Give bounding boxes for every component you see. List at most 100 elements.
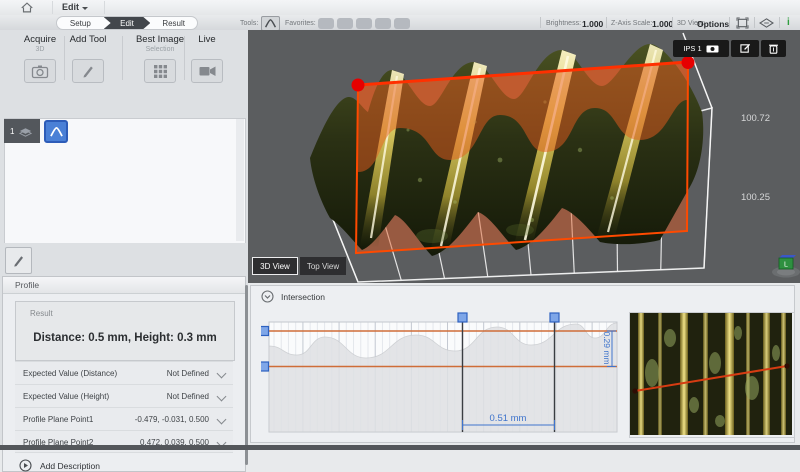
- acquire-camera-button[interactable]: [24, 59, 56, 83]
- tab-result[interactable]: Result: [150, 17, 197, 29]
- height-dimension-label: 0.29 mm: [602, 331, 612, 364]
- brightness-label: Brightness:: [546, 20, 581, 27]
- group-divider: [184, 36, 185, 80]
- intersection-chart[interactable]: 0.51 mm 0.29 mm: [261, 310, 623, 436]
- property-label: Expected Value (Distance): [23, 369, 117, 378]
- view-options-button[interactable]: Options: [697, 19, 729, 29]
- intersection-title: Intersection: [281, 292, 325, 302]
- menu-separator: [104, 1, 105, 14]
- favorite-slot[interactable]: [375, 18, 391, 29]
- result-label: Result: [30, 309, 53, 318]
- home-icon[interactable]: [20, 1, 34, 14]
- ips-camera-button[interactable]: IPS 1: [673, 40, 729, 57]
- height-handle[interactable]: [261, 327, 269, 336]
- export-edit-button[interactable]: [731, 40, 759, 57]
- viewport-3d[interactable]: 100.72 100.25 L IPS 1: [248, 30, 800, 283]
- profile-curve-icon: [264, 18, 277, 29]
- chevron-down-icon[interactable]: [217, 392, 227, 402]
- trash-icon: [769, 43, 778, 54]
- menu-separator: [52, 1, 53, 14]
- flat-view-button[interactable]: [758, 16, 775, 29]
- toolbar-separator: [672, 17, 673, 28]
- property-row[interactable]: Expected Value (Distance) Not Defined: [15, 361, 233, 384]
- best-image-subtitle: Selection: [146, 46, 175, 53]
- tool-list: [4, 118, 246, 243]
- profile-point-1[interactable]: [352, 79, 365, 92]
- favorite-slot[interactable]: [356, 18, 372, 29]
- width-dimension-label: 0.51 mm: [490, 413, 527, 424]
- menu-edit-label: Edit: [62, 2, 79, 12]
- view-3d-button[interactable]: 3D View: [252, 257, 298, 275]
- dataset-row[interactable]: 1: [4, 119, 40, 143]
- panel-scrollbar[interactable]: [245, 285, 248, 465]
- best-image-button[interactable]: [144, 59, 176, 83]
- live-title: Live: [198, 34, 215, 45]
- frame-icon: [736, 17, 749, 29]
- zaxis-value[interactable]: 1.000: [652, 19, 673, 29]
- group-divider: [122, 36, 123, 80]
- property-row[interactable]: Expected Value (Height) Not Defined: [15, 384, 233, 407]
- favorite-slot[interactable]: [318, 18, 334, 29]
- edit-tool-tab[interactable]: [5, 247, 32, 274]
- menu-bar: Edit: [0, 0, 800, 16]
- result-value: Distance: 0.5 mm, Height: 0.3 mm: [16, 332, 234, 344]
- tools-label: Tools:: [240, 20, 258, 27]
- collapse-icon[interactable]: [261, 290, 274, 303]
- profile-point-2[interactable]: [682, 56, 695, 69]
- application-window: Edit Setup Edit Result Tools: Favorites:…: [0, 0, 800, 450]
- plane-diamond-icon: [759, 17, 774, 29]
- favorite-slot[interactable]: [394, 18, 410, 29]
- add-tool-title: Add Tool: [70, 34, 107, 45]
- camera-icon: [30, 64, 50, 79]
- property-value: Not Defined: [167, 392, 209, 401]
- tab-setup[interactable]: Setup: [57, 17, 104, 29]
- nav-cube-face-label: L: [784, 262, 788, 269]
- video-camera-icon: [198, 64, 217, 78]
- toolbar-separator: [606, 17, 607, 28]
- brightness-value[interactable]: 1.000: [582, 19, 603, 29]
- list-scrollbar[interactable]: [236, 119, 244, 241]
- view-mode-buttons: 3D View Top View: [252, 257, 346, 275]
- profile-point-2d[interactable]: [632, 388, 637, 393]
- profile-panel-header[interactable]: Profile: [3, 277, 245, 294]
- dataset-index: 1: [10, 127, 14, 136]
- favorites-label: Favorites:: [285, 20, 316, 27]
- profile-tool-button[interactable]: [261, 16, 280, 31]
- chevron-down-icon: [82, 7, 88, 10]
- property-row[interactable]: Profile Plane Point1 -0.479, -0.031, 0.5…: [15, 407, 233, 430]
- chevron-down-icon[interactable]: [217, 369, 227, 379]
- info-icon[interactable]: i: [787, 17, 790, 28]
- property-value: -0.479, -0.031, 0.500: [135, 415, 209, 424]
- expand-arrow-icon: [19, 459, 32, 472]
- live-button[interactable]: [191, 59, 223, 83]
- z-axis-label-upper: 100.72: [741, 113, 770, 124]
- chevron-down-icon[interactable]: [217, 415, 227, 425]
- profile-point-2d[interactable]: [784, 363, 789, 368]
- grid-icon: [153, 64, 168, 79]
- profile-properties: Expected Value (Distance) Not Defined Ex…: [15, 361, 233, 453]
- nav-cube[interactable]: L: [772, 255, 800, 278]
- top-view-thumbnail[interactable]: [629, 312, 795, 438]
- tab-edit[interactable]: Edit: [104, 17, 151, 29]
- toolbar: Setup Edit Result Tools: Favorites: Brig…: [0, 15, 800, 31]
- add-tool-button[interactable]: [72, 59, 104, 83]
- profile-tool-selected[interactable]: [44, 120, 68, 143]
- delete-button[interactable]: [761, 40, 786, 57]
- height-handle[interactable]: [261, 362, 269, 371]
- frame-view-button[interactable]: [734, 16, 751, 29]
- view-top-button[interactable]: Top View: [300, 257, 346, 275]
- add-description-label: Add Description: [40, 461, 100, 471]
- intersection-header[interactable]: Intersection: [261, 290, 325, 303]
- viewport-toolbar: IPS 1: [673, 40, 786, 57]
- toolbar-separator: [729, 17, 730, 28]
- workflow-tabs: Setup Edit Result: [56, 16, 198, 30]
- zaxis-label: Z-Axis Scale:: [611, 20, 652, 27]
- add-description-button[interactable]: Add Description: [19, 459, 100, 472]
- favorite-slot[interactable]: [337, 18, 353, 29]
- menu-edit[interactable]: Edit: [62, 2, 88, 12]
- cursor-handle[interactable]: [458, 313, 467, 322]
- property-label: Profile Plane Point1: [23, 415, 93, 424]
- cursor-handle[interactable]: [550, 313, 559, 322]
- toolbar-separator: [540, 17, 541, 28]
- camera-icon: [706, 44, 719, 53]
